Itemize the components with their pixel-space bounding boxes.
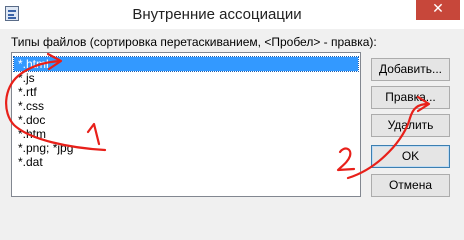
dialog-window: Внутренние ассоциации ✕ Типы файлов (сор…: [0, 0, 464, 205]
list-item[interactable]: *.png; *jpg: [14, 141, 358, 155]
list-item[interactable]: *.dat: [14, 155, 358, 169]
add-button[interactable]: Добавить...: [371, 58, 450, 81]
list-item[interactable]: *.htm: [14, 127, 358, 141]
list-item[interactable]: *.rtf: [14, 85, 358, 99]
list-item[interactable]: *.css: [14, 99, 358, 113]
file-types-label: Типы файлов (сортировка перетаскиванием,…: [11, 35, 377, 49]
title-bar[interactable]: Внутренние ассоциации ✕: [0, 0, 464, 29]
edit-button[interactable]: Правка...: [371, 86, 450, 109]
list-item[interactable]: *.js: [14, 71, 358, 85]
file-types-list[interactable]: *.html *.js *.rtf *.css *.doc *.htm *.pn…: [11, 52, 361, 197]
close-button[interactable]: ✕: [416, 0, 460, 20]
window-title: Внутренние ассоциации: [132, 6, 302, 23]
list-item[interactable]: *.html: [13, 56, 359, 72]
cancel-button[interactable]: Отмена: [371, 174, 450, 197]
list-item[interactable]: *.doc: [14, 113, 358, 127]
delete-button[interactable]: Удалить: [371, 114, 450, 137]
close-icon: ✕: [432, 1, 444, 17]
ok-button[interactable]: OK: [371, 145, 450, 168]
